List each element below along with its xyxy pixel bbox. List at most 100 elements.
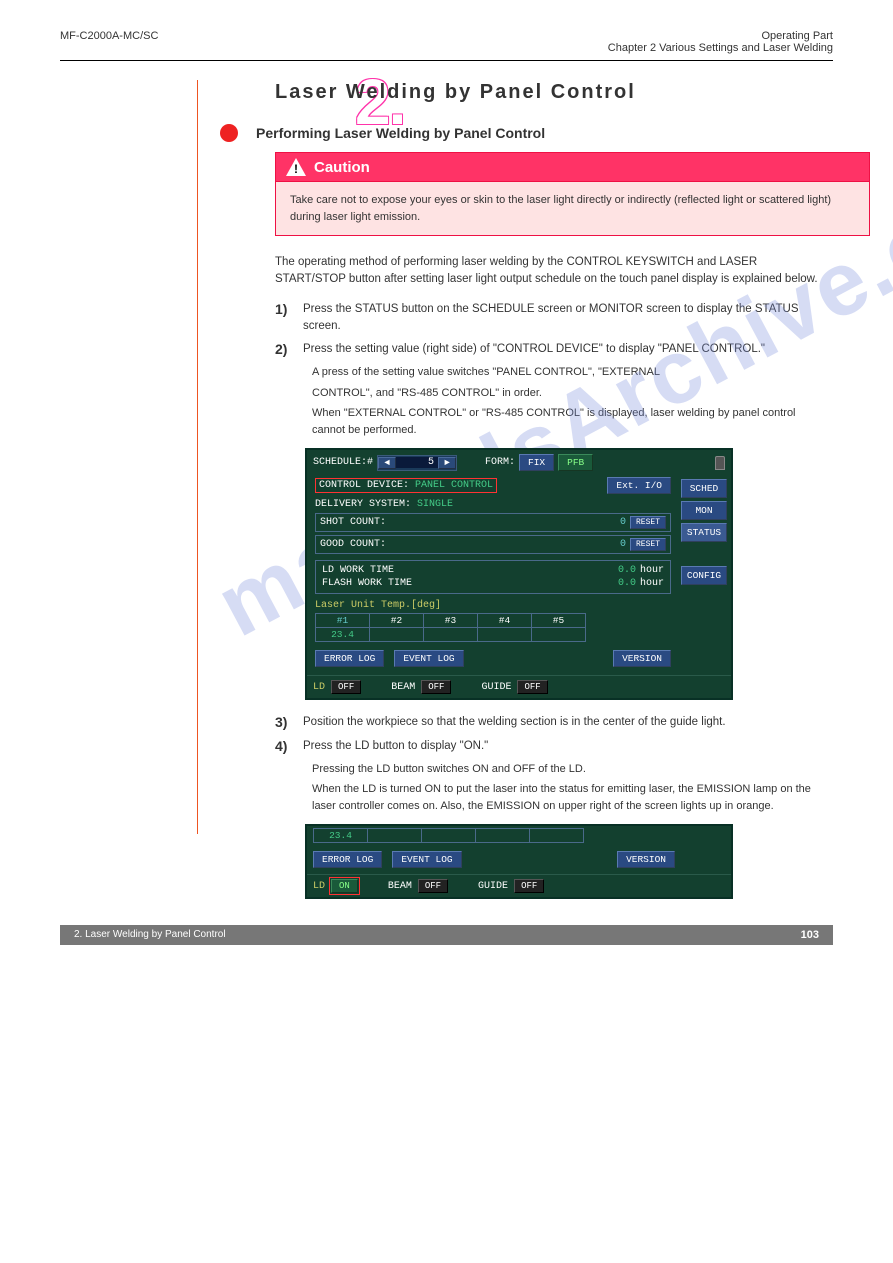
schedule-prev-button[interactable]: ◄ — [378, 457, 396, 469]
ext-io-button[interactable]: Ext. I/O — [607, 477, 671, 494]
schedule-next-button[interactable]: ► — [438, 457, 456, 469]
good-reset-button[interactable]: RESET — [630, 538, 666, 551]
event-log-button[interactable]: EVENT LOG — [394, 650, 463, 667]
work-time-box: LD WORK TIME0.0hour FLASH WORK TIME0.0ho… — [315, 560, 671, 594]
beam-label: BEAM — [391, 682, 415, 693]
caution-box: Caution Take care not to expose your eye… — [275, 152, 870, 236]
temp-val-2 — [370, 628, 424, 642]
step-text: Press the setting value (right side) of … — [303, 341, 825, 358]
caution-header: Caution — [275, 152, 870, 181]
guide-label: GUIDE — [481, 682, 511, 693]
step-text: Press the LD button to display "ON." — [303, 738, 825, 755]
shot-reset-button[interactable]: RESET — [630, 516, 666, 529]
temp-col-1: #1 — [316, 614, 370, 628]
step-number: 4) — [275, 738, 293, 755]
temp-val-4 — [476, 829, 530, 843]
hour-unit: hour — [640, 565, 664, 576]
step-note: When the LD is turned ON to put the lase… — [312, 781, 825, 814]
temp-val-3 — [422, 829, 476, 843]
version-button[interactable]: VERSION — [617, 851, 675, 868]
schedule-value[interactable]: 5 — [396, 457, 438, 468]
beam-toggle[interactable]: OFF — [418, 879, 448, 893]
flash-work-label: FLASH WORK TIME — [322, 578, 412, 589]
footer-left: 2. Laser Welding by Panel Control — [74, 929, 226, 940]
guide-toggle[interactable]: OFF — [514, 879, 544, 893]
good-count-label: GOOD COUNT: — [320, 539, 386, 550]
beam-label: BEAM — [388, 881, 412, 892]
step-3: 3) Position the workpiece so that the we… — [275, 714, 825, 731]
error-log-button[interactable]: ERROR LOG — [313, 851, 382, 868]
step-text: Press the STATUS button on the SCHEDULE … — [303, 301, 825, 336]
step-note: When "EXTERNAL CONTROL" or "RS-485 CONTR… — [312, 405, 825, 438]
control-device-highlight: CONTROL DEVICE: PANEL CONTROL — [315, 478, 497, 493]
page-number: 103 — [801, 929, 819, 941]
warning-icon — [286, 158, 306, 176]
doc-id: MF-C2000A-MC/SC — [60, 30, 158, 54]
control-device-value[interactable]: PANEL CONTROL — [415, 480, 493, 491]
ld-work-value: 0.0 — [618, 565, 636, 576]
step-note: CONTROL", and "RS-485 CONTROL" in order. — [312, 385, 825, 402]
ld-toggle-on[interactable]: ON — [331, 879, 358, 893]
section-title: Laser Welding by Panel Control — [275, 81, 825, 104]
emission-lamp-icon — [715, 456, 725, 470]
hour-unit: hour — [640, 578, 664, 589]
delivery-label: DELIVERY SYSTEM: — [315, 499, 411, 510]
temp-col-3: #3 — [424, 614, 478, 628]
intro-text: The operating method of performing laser… — [275, 254, 825, 289]
temp-val-3 — [424, 628, 478, 642]
temp-val-4 — [478, 628, 532, 642]
tab-sched[interactable]: SCHED — [681, 479, 727, 498]
step-text: Position the workpiece so that the weldi… — [303, 714, 825, 731]
step-note: A press of the setting value switches "P… — [312, 364, 825, 381]
shot-count-label: SHOT COUNT: — [320, 517, 386, 528]
temp-table: 23.4 — [313, 828, 584, 843]
bullet-icon — [220, 124, 238, 142]
caution-body: Take care not to expose your eyes or ski… — [275, 181, 870, 236]
guide-label: GUIDE — [478, 881, 508, 892]
shot-count-row: SHOT COUNT: 0 RESET — [315, 513, 671, 532]
screen-topbar: SCHEDULE:# ◄ 5 ► FORM: FIX PFB — [307, 450, 731, 475]
step-2: 2) Press the setting value (right side) … — [275, 341, 825, 358]
delivery-value: SINGLE — [417, 499, 453, 510]
tab-mon[interactable]: MON — [681, 501, 727, 520]
event-log-button[interactable]: EVENT LOG — [392, 851, 461, 868]
subsection-row: Performing Laser Welding by Panel Contro… — [220, 124, 825, 142]
temp-col-4: #4 — [478, 614, 532, 628]
good-count-row: GOOD COUNT: 0 RESET — [315, 535, 671, 554]
step-number: 2) — [275, 341, 293, 358]
caution-label: Caution — [314, 159, 370, 176]
status-screen-cropped: 23.4 ERROR LOG EVENT LOG VERSION LD ON — [305, 824, 733, 899]
schedule-label: SCHEDULE:# — [313, 457, 373, 468]
section-category: Operating Part — [608, 30, 833, 42]
ld-work-label: LD WORK TIME — [322, 565, 394, 576]
step-number: 3) — [275, 714, 293, 731]
temp-val-5 — [532, 628, 586, 642]
temp-col-2: #2 — [370, 614, 424, 628]
temp-val-1: 23.4 — [314, 829, 368, 843]
ld-label: LD — [313, 682, 325, 693]
beam-toggle[interactable]: OFF — [421, 680, 451, 694]
tab-column: SCHED MON STATUS CONFIG — [677, 475, 731, 675]
version-button[interactable]: VERSION — [613, 650, 671, 667]
ld-toggle[interactable]: OFF — [331, 680, 361, 694]
pfb-button[interactable]: PFB — [558, 454, 593, 471]
guide-toggle[interactable]: OFF — [517, 680, 547, 694]
tab-status[interactable]: STATUS — [681, 523, 727, 542]
status-screen: SCHEDULE:# ◄ 5 ► FORM: FIX PFB CONTROL D… — [305, 448, 733, 700]
tab-config[interactable]: CONFIG — [681, 566, 727, 585]
subsection-title: Performing Laser Welding by Panel Contro… — [256, 125, 545, 141]
screen-bottom-bar: LD ON BEAM OFF GUIDE OFF — [307, 874, 731, 897]
temp-val-2 — [368, 829, 422, 843]
screen-bottom-bar: LD OFF BEAM OFF GUIDE OFF — [307, 675, 731, 698]
temp-val-5 — [530, 829, 584, 843]
error-log-button[interactable]: ERROR LOG — [315, 650, 384, 667]
shot-count-value: 0 — [620, 517, 626, 528]
step-4: 4) Press the LD button to display "ON." — [275, 738, 825, 755]
step-1: 1) Press the STATUS button on the SCHEDU… — [275, 301, 825, 336]
control-device-label: CONTROL DEVICE: — [319, 480, 409, 491]
chapter-ref: Chapter 2 Various Settings and Laser Wel… — [608, 42, 833, 54]
fix-button[interactable]: FIX — [519, 454, 554, 471]
good-count-value: 0 — [620, 539, 626, 550]
ld-label: LD — [313, 881, 325, 892]
step-number: 1) — [275, 301, 293, 336]
